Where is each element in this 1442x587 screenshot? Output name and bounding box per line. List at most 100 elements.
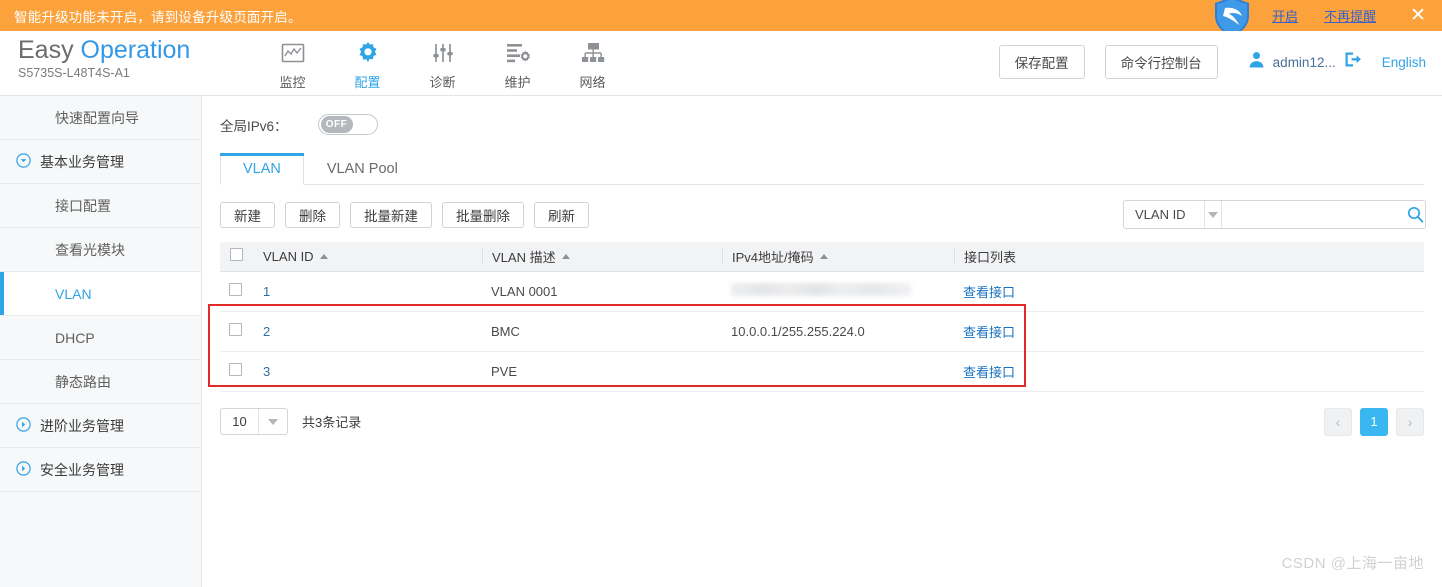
sidebar-item-optical-module[interactable]: 查看光模块 [0, 228, 201, 272]
sidebar-item-advanced-service[interactable]: 进阶业务管理 [0, 404, 201, 448]
nav-label-network: 网络 [579, 75, 606, 90]
sidebar-item-static-route[interactable]: 静态路由 [0, 360, 201, 404]
row-checkbox[interactable] [229, 323, 242, 336]
header-actions: 保存配置 命令行控制台 admin12... English [998, 45, 1426, 79]
shield-badge-icon [1209, 0, 1255, 31]
delete-button[interactable]: 删除 [285, 202, 340, 228]
nav-label-config: 配置 [354, 75, 381, 90]
cli-console-button[interactable]: 命令行控制台 [1104, 45, 1218, 79]
sidebar-item-security-service[interactable]: 安全业务管理 [0, 448, 201, 492]
vlan-id-link[interactable]: 2 [263, 324, 270, 339]
app-header: Easy Operation S5735S-L48T4S-A1 监控 配置 诊断… [0, 31, 1442, 96]
row-checkbox[interactable] [229, 363, 242, 376]
cell-vlan-id: 3 [254, 351, 482, 392]
create-button[interactable]: 新建 [220, 202, 275, 228]
column-vlan-id[interactable]: VLAN ID [254, 242, 482, 272]
upgrade-notice-bar: 智能升级功能未开启，请到设备升级页面开启。 开启 不再提醒 ✕ [0, 0, 1442, 31]
cell-interface-list: 查看接口 [954, 311, 1424, 352]
table-head: VLAN ID VLAN 描述 IPv4地址/掩码 接口列表 [220, 242, 1424, 272]
sidebar-item-basic-service[interactable]: 基本业务管理 [0, 140, 201, 184]
batch-delete-button[interactable]: 批量删除 [442, 202, 524, 228]
nav-item-monitor[interactable]: 监控 [255, 38, 330, 91]
column-vlan-description[interactable]: VLAN 描述 [482, 242, 722, 272]
search-icon[interactable] [1407, 206, 1425, 223]
language-switch[interactable]: English [1382, 55, 1426, 70]
network-icon [580, 38, 606, 68]
cell-ipv4 [722, 271, 954, 312]
sidebar-item-vlan[interactable]: VLAN [0, 272, 201, 316]
page-size-value: 10 [232, 414, 247, 429]
toggle-knob: OFF [320, 116, 353, 133]
monitor-icon [281, 38, 305, 68]
save-config-button[interactable]: 保存配置 [998, 45, 1085, 79]
table-body: 1 VLAN 0001 查看接口 2 BMC 10.0.0.1/255.255.… [220, 271, 1424, 392]
view-interface-link[interactable]: 查看接口 [963, 365, 1015, 380]
sidebar-item-dhcp[interactable]: DHCP [0, 316, 201, 360]
avatar [1248, 51, 1265, 73]
next-page-button[interactable]: › [1396, 407, 1424, 436]
sort-ascending-icon [319, 253, 328, 259]
main-content: 全局IPv6： OFF VLAN VLAN Pool 新建 删除 批量新建 批量… [202, 96, 1442, 587]
search-input[interactable] [1221, 201, 1407, 228]
table-row[interactable]: 2 BMC 10.0.0.1/255.255.224.0 查看接口 [220, 311, 1424, 352]
tab-vlan-pool[interactable]: VLAN Pool [304, 152, 421, 184]
table-row[interactable]: 1 VLAN 0001 查看接口 [220, 271, 1424, 312]
global-ipv6-row: 全局IPv6： OFF [202, 96, 1442, 135]
vlan-tabs: VLAN VLAN Pool [220, 153, 1424, 185]
column-interface-list: 接口列表 [954, 242, 1424, 272]
nav-item-config[interactable]: 配置 [330, 38, 405, 91]
select-all-header [220, 242, 254, 272]
nav-item-network[interactable]: 网络 [555, 38, 630, 91]
nav-label-maintenance: 维护 [504, 75, 531, 90]
sliders-icon [431, 38, 455, 68]
close-icon[interactable]: ✕ [1410, 6, 1426, 25]
tab-vlan[interactable]: VLAN [220, 153, 304, 185]
nav-item-maintenance[interactable]: 维护 [480, 38, 555, 91]
column-ipv4-address-mask[interactable]: IPv4地址/掩码 [722, 242, 954, 272]
page-title: Easy Operation [18, 35, 233, 65]
vlan-id-link[interactable]: 1 [263, 284, 270, 299]
prev-page-button[interactable]: ‹ [1324, 407, 1352, 436]
sidebar-item-label: 进阶业务管理 [40, 417, 124, 434]
refresh-button[interactable]: 刷新 [534, 202, 589, 228]
page-navigation: ‹ 1 › [1316, 407, 1424, 436]
column-label: VLAN ID [263, 248, 314, 264]
vlan-id-link[interactable]: 3 [263, 364, 270, 379]
user-name[interactable]: admin12... [1273, 55, 1336, 70]
view-interface-link[interactable]: 查看接口 [963, 285, 1015, 300]
notice-enable-link[interactable]: 开启 [1272, 6, 1298, 25]
chevron-down-icon[interactable] [1205, 201, 1222, 228]
search-field-select[interactable]: VLAN ID [1124, 201, 1206, 228]
sidebar-item-label: VLAN [55, 285, 92, 302]
search-box: VLAN ID [1123, 200, 1426, 229]
page-button-1[interactable]: 1 [1360, 407, 1388, 436]
select-all-checkbox[interactable] [230, 248, 243, 262]
chevron-right-circle-icon [16, 460, 31, 479]
view-interface-link[interactable]: 查看接口 [963, 325, 1015, 340]
pagination-bar: 10 共3条记录 ‹ 1 › [220, 407, 1424, 436]
global-ipv6-label: 全局IPv6： [220, 118, 288, 134]
sidebar-item-quick-wizard[interactable]: 快速配置向导 [0, 96, 201, 140]
cell-vlan-description: PVE [482, 351, 722, 392]
batch-create-button[interactable]: 批量新建 [350, 202, 432, 228]
nav-label-monitor: 监控 [279, 75, 306, 90]
cell-ipv4: 10.0.0.1/255.255.224.0 [722, 311, 954, 352]
table-toolbar: 新建 删除 批量新建 批量删除 刷新 VLAN ID [220, 200, 1442, 229]
notice-dismiss-link[interactable]: 不再提醒 [1324, 6, 1376, 25]
total-records-label: 共3条记录 [302, 415, 362, 430]
main-nav: 监控 配置 诊断 维护 网络 [255, 38, 630, 91]
sidebar-item-interface-config[interactable]: 接口配置 [0, 184, 201, 228]
row-checkbox-cell [220, 271, 254, 312]
toggle-state-label: OFF [325, 119, 348, 130]
page-size-select[interactable]: 10 [220, 408, 288, 435]
table-row[interactable]: 3 PVE 查看接口 [220, 351, 1424, 392]
cell-interface-list: 查看接口 [954, 351, 1424, 392]
nav-item-diagnose[interactable]: 诊断 [405, 38, 480, 91]
global-ipv6-toggle[interactable]: OFF [317, 114, 378, 135]
logout-icon[interactable] [1344, 51, 1362, 73]
cell-vlan-description: BMC [482, 311, 722, 352]
sidebar: 快速配置向导 基本业务管理 接口配置 查看光模块 VLAN DHCP 静态路由 [0, 96, 202, 587]
sort-ascending-icon [561, 253, 570, 259]
row-checkbox[interactable] [229, 283, 242, 296]
chevron-down-icon[interactable] [259, 418, 287, 425]
